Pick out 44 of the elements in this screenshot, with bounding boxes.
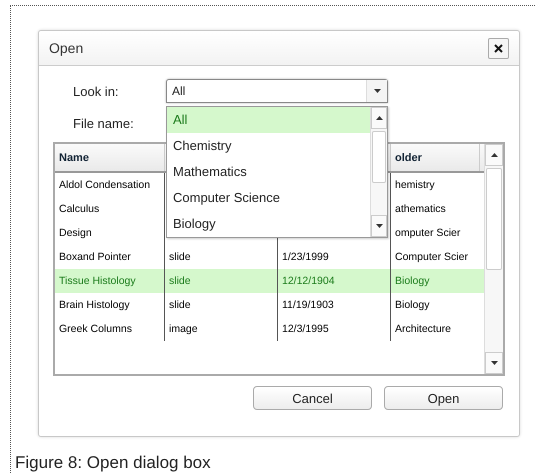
dialog-title: Open xyxy=(49,40,84,56)
table-cell[interactable]: 11/19/1903 xyxy=(278,293,391,317)
look-in-dropdown[interactable]: All xyxy=(166,79,388,103)
dropdown-option[interactable]: All xyxy=(167,107,370,133)
table-cell[interactable]: 12/3/1995 xyxy=(278,317,391,341)
up-arrow-icon xyxy=(490,153,498,157)
cancel-button[interactable]: Cancel xyxy=(253,386,372,410)
table-cell[interactable]: athematics xyxy=(391,197,480,221)
table-cell[interactable]: Architecture xyxy=(391,317,480,341)
file-name-label: File name: xyxy=(72,116,135,130)
table-cell[interactable]: Aldol Condensation xyxy=(55,173,165,197)
scrollbar[interactable] xyxy=(484,144,503,374)
table-cell[interactable]: Biology xyxy=(391,293,480,317)
dropdown-arrow-button[interactable] xyxy=(366,80,387,102)
down-arrow-icon xyxy=(376,224,382,228)
table-cell[interactable]: Computer Scier xyxy=(391,245,480,269)
table-cell[interactable]: image xyxy=(165,317,278,341)
dropdown-option[interactable]: Mathematics xyxy=(167,159,370,185)
close-icon xyxy=(494,44,503,52)
table-cell[interactable]: 12/12/1904 xyxy=(278,269,391,293)
table-cell[interactable]: Tissue Histology xyxy=(55,269,165,293)
scrollbar[interactable] xyxy=(370,107,387,237)
column-header[interactable]: older xyxy=(395,152,422,164)
dropdown-option[interactable]: Biology xyxy=(167,211,370,237)
table-cell[interactable]: slide xyxy=(165,269,278,293)
up-arrow-icon xyxy=(376,116,382,120)
open-button[interactable]: Open xyxy=(384,386,503,410)
dropdown-value: All xyxy=(171,84,186,98)
table-cell[interactable]: Calculus xyxy=(55,197,165,221)
table-cell[interactable]: hemistry xyxy=(391,173,480,197)
table-cell[interactable]: Design xyxy=(55,221,165,245)
look-in-label: Look in: xyxy=(72,84,120,98)
column-header[interactable]: Name xyxy=(59,152,89,164)
table-cell[interactable]: omputer Scier xyxy=(391,221,480,245)
table-cell[interactable]: Biology xyxy=(391,269,480,293)
dropdown-option[interactable]: Computer Science xyxy=(167,185,370,211)
table-cell[interactable]: Brain Histology xyxy=(55,293,165,317)
dropdown-option[interactable]: Chemistry xyxy=(167,133,370,159)
caret-icon xyxy=(374,89,380,93)
figure-caption: Figure 8: Open dialog box xyxy=(15,453,212,473)
table-cell[interactable]: slide xyxy=(165,293,278,317)
down-arrow-icon xyxy=(490,361,498,365)
table-cell[interactable]: Greek Columns xyxy=(55,317,165,341)
close-button[interactable] xyxy=(488,38,509,58)
